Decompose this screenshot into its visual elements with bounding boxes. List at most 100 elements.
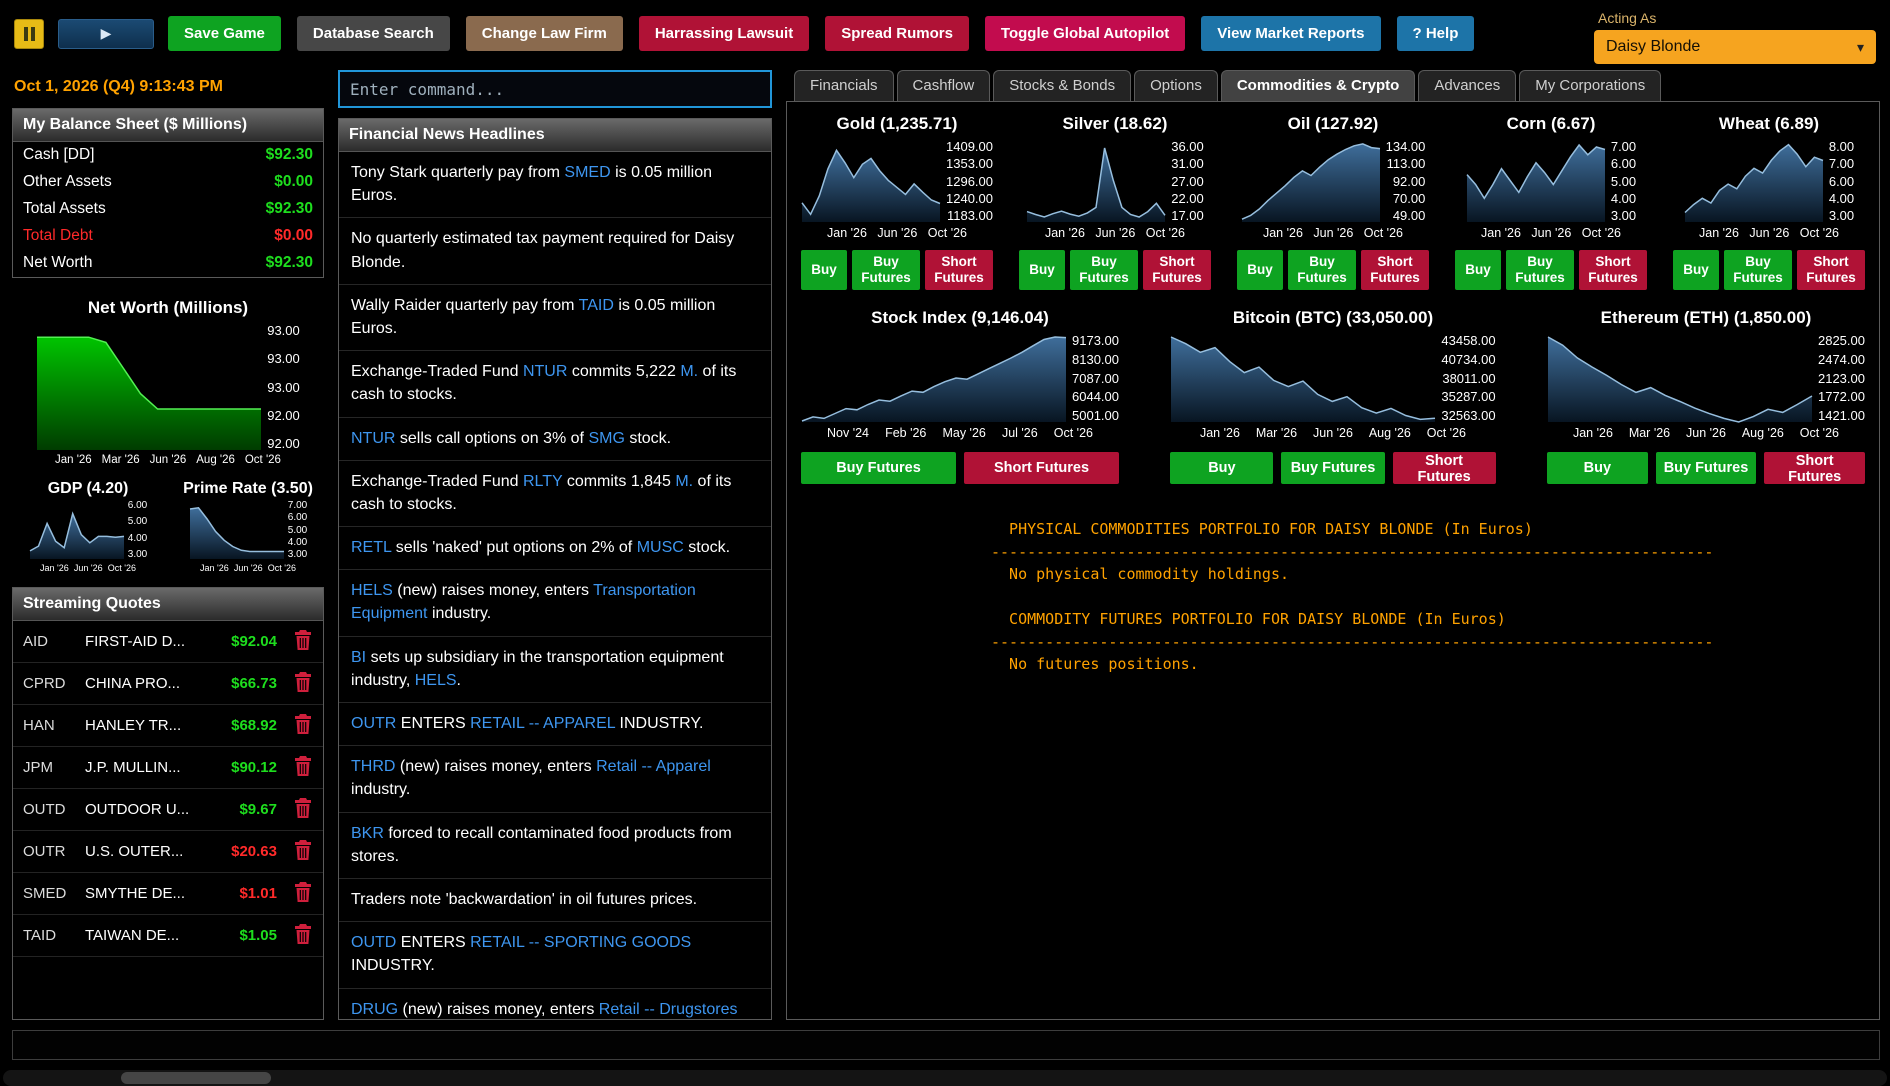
buy-futures-button[interactable]: Buy Futures [1724,250,1792,290]
buy-futures-button[interactable]: Buy Futures [1506,250,1574,290]
tab-advances[interactable]: Advances [1418,70,1516,101]
delete-quote-button[interactable] [289,753,317,782]
news-item: Exchange-Traded Fund NTUR commits 5,222 … [339,351,771,417]
buy-button[interactable]: Buy [1547,452,1648,484]
chart-x-ticks: Jan '26Jun '26Oct '26 [40,563,136,573]
news-link[interactable]: DRUG [351,1001,398,1018]
news-link[interactable]: SMED [564,164,610,181]
command-input[interactable] [338,70,772,108]
news-link[interactable]: M. [680,363,698,380]
quote-row-han[interactable]: HANHANLEY TR...$68.92 [13,705,323,747]
buy-futures-button[interactable]: Buy Futures [1070,250,1138,290]
news-link[interactable]: NTUR [523,363,567,380]
x-tick-label: Feb '26 [885,426,926,440]
tab-financials[interactable]: Financials [794,70,894,101]
x-tick-label: Jan '26 [40,563,69,573]
quote-row-outd[interactable]: OUTDOUTDOOR U...$9.67 [13,789,323,831]
news-link[interactable]: Retail -- Drugstores [599,1001,738,1018]
toolbar-button-change-law-firm[interactable]: Change Law Firm [466,16,623,51]
quote-row-outr[interactable]: OUTRU.S. OUTER...$20.63 [13,831,323,873]
tab-commodities-crypto[interactable]: Commodities & Crypto [1221,70,1416,101]
gdp-chart-block: GDP (4.20)6.005.004.003.00Jan '26Jun '26… [12,476,164,573]
quote-row-taid[interactable]: TAIDTAIWAN DE...$1.05 [13,915,323,957]
news-link[interactable]: M. [675,473,693,490]
short-futures-button[interactable]: Short Futures [1361,250,1429,290]
news-link[interactable]: THRD [351,758,395,775]
buy-button[interactable]: Buy [1170,452,1273,484]
news-link[interactable]: RETAIL -- SPORTING GOODS [470,934,691,951]
delete-quote-button[interactable] [289,921,317,950]
news-link[interactable]: BI [351,649,366,666]
scrollbar-thumb[interactable] [121,1072,271,1084]
short-futures-button[interactable]: Short Futures [964,452,1119,484]
news-text: stock. [625,430,671,447]
short-futures-button[interactable]: Short Futures [1579,250,1647,290]
news-link[interactable]: HELS [415,672,457,689]
tab-cashflow[interactable]: Cashflow [897,70,991,101]
quote-row-cprd[interactable]: CPRDCHINA PRO...$66.73 [13,663,323,705]
pause-button[interactable] [14,19,44,49]
quote-row-jpm[interactable]: JPMJ.P. MULLIN...$90.12 [13,747,323,789]
news-panel: Financial News Headlines Tony Stark quar… [338,118,772,1020]
news-link[interactable]: HELS [351,582,393,599]
toolbar-button-spread-rumors[interactable]: Spread Rumors [825,16,969,51]
news-link[interactable]: OUTR [351,715,396,732]
news-link[interactable]: SMG [588,430,624,447]
horizontal-scrollbar[interactable] [3,1070,1887,1086]
news-link[interactable]: RETL [351,539,391,556]
toolbar-button-harrassing-lawsuit[interactable]: Harrassing Lawsuit [639,16,809,51]
news-link[interactable]: BKR [351,825,384,842]
buy-button[interactable]: Buy [801,250,847,290]
news-link[interactable]: RLTY [523,473,562,490]
toolbar-button-save-game[interactable]: Save Game [168,16,281,51]
toolbar-button-database-search[interactable]: Database Search [297,16,450,51]
play-button[interactable]: ▶ [58,19,154,49]
news-link[interactable]: NTUR [351,430,395,447]
chart-title: GDP (4.20) [48,476,129,500]
y-tick-label: 4.00 [1611,191,1636,206]
news-link[interactable]: MUSC [637,539,684,556]
quote-row-smed[interactable]: SMEDSMYTHE DE...$1.01 [13,873,323,915]
chart-title: Prime Rate (3.50) [183,476,313,500]
buy-button[interactable]: Buy [1237,250,1283,290]
buy-button[interactable]: Buy [1455,250,1501,290]
short-futures-button[interactable]: Short Futures [1797,250,1865,290]
delete-quote-button[interactable] [289,837,317,866]
buy-futures-button[interactable]: Buy Futures [1281,452,1384,484]
short-futures-button[interactable]: Short Futures [925,250,993,290]
tab-my-corporations[interactable]: My Corporations [1519,70,1661,101]
quote-name: CHINA PRO... [85,675,205,692]
buy-futures-button[interactable]: Buy Futures [801,452,956,484]
delete-quote-button[interactable] [289,795,317,824]
buy-futures-button[interactable]: Buy Futures [1288,250,1356,290]
short-futures-button[interactable]: Short Futures [1143,250,1211,290]
toolbar-button-toggle-global-autopilot[interactable]: Toggle Global Autopilot [985,16,1185,51]
toolbar-button-help[interactable]: ? Help [1397,16,1475,51]
news-link[interactable]: OUTD [351,934,396,951]
y-tick-label: 5.00 [128,516,147,527]
buy-button[interactable]: Buy [1673,250,1719,290]
acting-as-select[interactable]: Daisy Blonde ▾ [1594,30,1876,64]
quote-row-aid[interactable]: AIDFIRST-AID D...$92.04 [13,621,323,663]
delete-quote-button[interactable] [289,711,317,740]
news-text: sells 'naked' put options on 2% of [391,539,636,556]
chart-plot [189,500,285,560]
portfolio-line: No physical commodity holdings. [991,563,1865,586]
buy-futures-button[interactable]: Buy Futures [1656,452,1757,484]
toolbar-button-view-market-reports[interactable]: View Market Reports [1201,16,1380,51]
delete-quote-button[interactable] [289,669,317,698]
short-futures-button[interactable]: Short Futures [1764,452,1865,484]
news-link[interactable]: TAID [579,297,614,314]
news-link[interactable]: Retail -- Apparel [596,758,711,775]
tab-options[interactable]: Options [1134,70,1218,101]
news-link[interactable]: RETAIL -- APPAREL [470,715,615,732]
news-list: Tony Stark quarterly pay from SMED is 0.… [339,152,771,1020]
delete-quote-button[interactable] [289,627,317,656]
short-futures-button[interactable]: Short Futures [1393,452,1496,484]
x-tick-label: May '26 [942,426,985,440]
news-text: INDUSTRY. [615,715,703,732]
buy-button[interactable]: Buy [1019,250,1065,290]
tab-stocks-bonds[interactable]: Stocks & Bonds [993,70,1131,101]
delete-quote-button[interactable] [289,879,317,908]
buy-futures-button[interactable]: Buy Futures [852,250,920,290]
